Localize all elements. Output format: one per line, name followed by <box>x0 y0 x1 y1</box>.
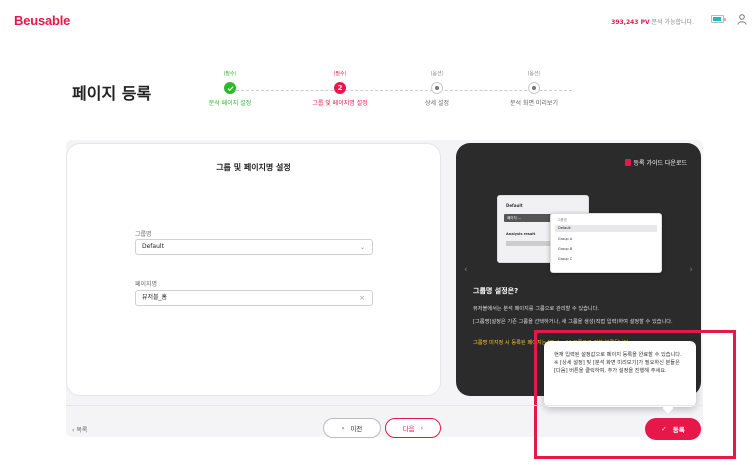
step-preview: (옵션) 분석 화면 미리보기 <box>484 70 584 107</box>
register-button[interactable]: ✓ 등록 <box>645 418 701 440</box>
step-group-page-name: (필수) 2 그룹 및 페이지명 설정 <box>290 70 390 107</box>
chevron-down-icon: ⌄ <box>359 244 365 251</box>
next-label: 다음 <box>402 425 415 433</box>
page-title: 페이지 등록 <box>72 84 152 103</box>
battery-icon[interactable] <box>711 15 726 23</box>
step-name: 분석 페이지 설정 <box>208 100 252 107</box>
step-pending-dot <box>431 82 443 94</box>
pv-text: 분석 가능합니다. <box>649 19 694 26</box>
top-bar: Beusable 393,243 PV 분석 가능합니다. <box>0 0 752 40</box>
check-icon: ✓ <box>661 425 667 433</box>
guide-desc-2: [그룹명]설정은 기존 그룹을 선택하거나, 새 그룹을 생성(직접 입력)하여… <box>473 319 673 325</box>
step-pending-dot <box>528 82 540 94</box>
mock-bar: 페이지 ... <box>504 214 556 222</box>
group-value: Default <box>142 243 164 250</box>
pv-status: 393,243 PV 분석 가능합니다. <box>611 17 694 26</box>
mock-placeholder <box>506 241 556 246</box>
register-label: 등록 <box>672 426 685 434</box>
chevron-left-icon: ‹ <box>341 424 345 432</box>
settings-card: 그룹 및 페이지명 설정 그룹명 Default ⌄ 페이지명 뷰저블_홈 × <box>66 143 441 396</box>
footer-divider <box>66 405 703 406</box>
step-tag: (옵션) <box>430 71 444 77</box>
step-detail-settings: (옵션) 상세 설정 <box>387 70 487 107</box>
chevron-right-icon[interactable]: › <box>689 265 693 275</box>
step-tag: (옵션) <box>527 71 541 77</box>
chevron-left-icon[interactable]: ‹ <box>464 265 468 275</box>
step-tag: (필수) <box>333 71 347 77</box>
guide-desc-1: 뷰저블에서는 분석 페이지를 그룹으로 관리할 수 있습니다. <box>473 306 600 312</box>
check-icon <box>224 82 236 94</box>
list-link[interactable]: ‹ 목록 <box>72 425 87 434</box>
chevron-right-icon: › <box>420 424 424 432</box>
battery-fill <box>713 17 721 21</box>
mock-group-label: 그룹명 <box>557 218 567 222</box>
page-name-input[interactable]: 뷰저블_홈 × <box>135 290 373 306</box>
mock-title: Default <box>506 203 523 208</box>
mock-option: Group B <box>558 247 573 251</box>
guide-heading: 그룹명 설정은? <box>473 287 519 295</box>
step-tag: (필수) <box>223 71 237 77</box>
group-select[interactable]: Default ⌄ <box>135 239 373 255</box>
pdf-icon <box>624 159 631 166</box>
mock-option: Default <box>555 225 657 232</box>
guide-download-label: 등록 가이드 다운로드 <box>633 160 688 167</box>
mock-analysis: Analysis result <box>506 232 536 236</box>
logo[interactable]: Beusable <box>14 13 70 28</box>
page-name-value: 뷰저블_홈 <box>142 294 168 301</box>
clear-icon[interactable]: × <box>359 291 365 305</box>
step-number: 2 <box>334 82 346 94</box>
prev-button[interactable]: ‹ 이전 <box>323 418 381 438</box>
mock-option: Group C <box>558 257 573 261</box>
pv-count: 393,243 PV <box>611 19 650 26</box>
mock-option: Group A <box>558 237 573 241</box>
list-label: 목록 <box>76 427 88 434</box>
card-title: 그룹 및 페이지명 설정 <box>216 163 291 172</box>
user-icon[interactable] <box>737 14 747 25</box>
step-name: 그룹 및 페이지명 설정 <box>312 100 368 107</box>
step-analysis-page: (필수) 분석 페이지 설정 <box>180 70 280 107</box>
prev-label: 이전 <box>350 425 363 433</box>
guide-illustration-select: 그룹명 Default Group A Group B Group C <box>550 213 662 273</box>
page-name-label: 페이지명 <box>135 281 158 288</box>
next-button[interactable]: 다음 › <box>385 418 441 438</box>
guide-download-link[interactable]: 등록 가이드 다운로드 <box>624 158 688 167</box>
highlight-box <box>534 330 736 459</box>
group-label: 그룹명 <box>135 231 152 238</box>
step-name: 분석 화면 미리보기 <box>510 100 558 107</box>
step-name: 상세 설정 <box>425 100 449 107</box>
